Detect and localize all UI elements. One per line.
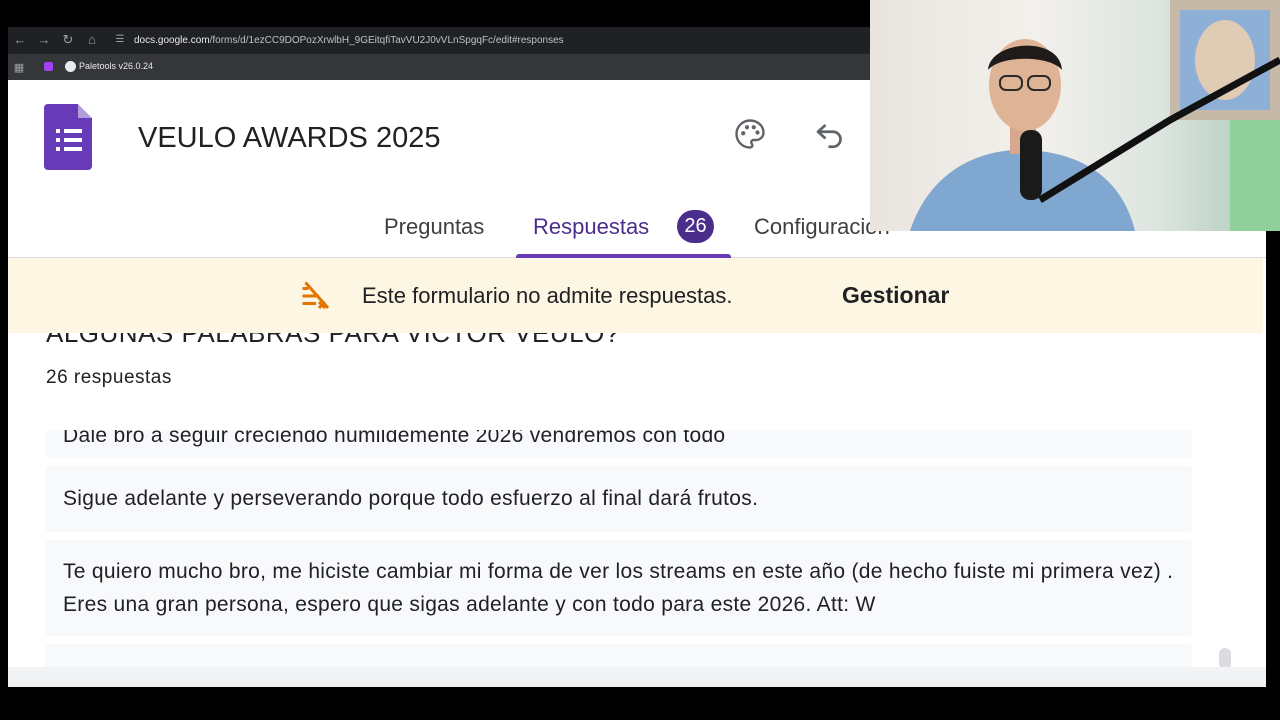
url-path: /forms/d/1ezCC9DOPozXrwlbH_9GEitqfiTavVU… <box>209 35 564 46</box>
responses-count-badge: 26 <box>677 210 714 243</box>
logo-dot <box>56 147 60 151</box>
logo-line <box>64 147 82 151</box>
logo-dot <box>56 138 60 142</box>
browser-chrome: ← → ↻ ⌂ ☰ docs.google.com/forms/d/1ezCC9… <box>8 27 870 80</box>
bookmark-paletools[interactable]: Paletools v26.0.24 <box>79 61 153 71</box>
logo-dot <box>56 129 60 133</box>
responses-list[interactable]: Dale bro a seguir creciendo humildemente… <box>46 430 1194 670</box>
response-count: 26 respuestas <box>46 367 172 388</box>
form-title[interactable]: VEULO AWARDS 2025 <box>138 122 440 155</box>
reload-icon[interactable]: ↻ <box>60 32 76 48</box>
list-item: Sigue adelante y perseverando porque tod… <box>46 466 1192 532</box>
responses-off-icon <box>302 281 330 310</box>
url-domain: docs.google.com <box>134 35 210 46</box>
logo-corner <box>78 104 92 118</box>
not-accepting-banner: Este formulario no admite respuestas. Ge… <box>8 258 1263 333</box>
undo-icon[interactable] <box>812 116 848 152</box>
tab-preguntas[interactable]: Preguntas <box>384 210 484 258</box>
home-icon[interactable]: ⌂ <box>84 32 100 48</box>
bookmark-purple-icon[interactable] <box>44 62 53 71</box>
list-item: Te quiero mucho bro, me hiciste cambiar … <box>46 540 1192 636</box>
list-item: Dale bro a seguir creciendo humildemente… <box>46 430 1192 458</box>
manage-button[interactable]: Gestionar <box>842 282 949 309</box>
browser-nav-bar: ← → ↻ ⌂ ☰ docs.google.com/forms/d/1ezCC9… <box>8 27 870 54</box>
logo-line <box>64 129 82 133</box>
forward-icon[interactable]: → <box>36 32 52 48</box>
webcam-overlay <box>870 0 1280 231</box>
banner-message: Este formulario no admite respuestas. <box>362 283 733 308</box>
palette-icon[interactable] <box>732 116 768 152</box>
logo-line <box>64 138 82 142</box>
site-info-icon[interactable]: ☰ <box>112 32 128 48</box>
bookmarks-bar: ▦ Paletools v26.0.24 <box>8 54 870 80</box>
back-icon[interactable]: ← <box>12 32 28 48</box>
tab-respuestas[interactable]: Respuestas <box>533 210 649 258</box>
streamer-image <box>910 0 1280 231</box>
address-bar[interactable]: docs.google.com/forms/d/1ezCC9DOPozXrwlb… <box>134 35 564 46</box>
apps-grid-icon[interactable]: ▦ <box>11 60 27 76</box>
page-bottom-strip <box>8 667 1266 687</box>
google-forms-icon[interactable] <box>44 104 92 170</box>
bookmark-globe-icon <box>65 61 76 72</box>
